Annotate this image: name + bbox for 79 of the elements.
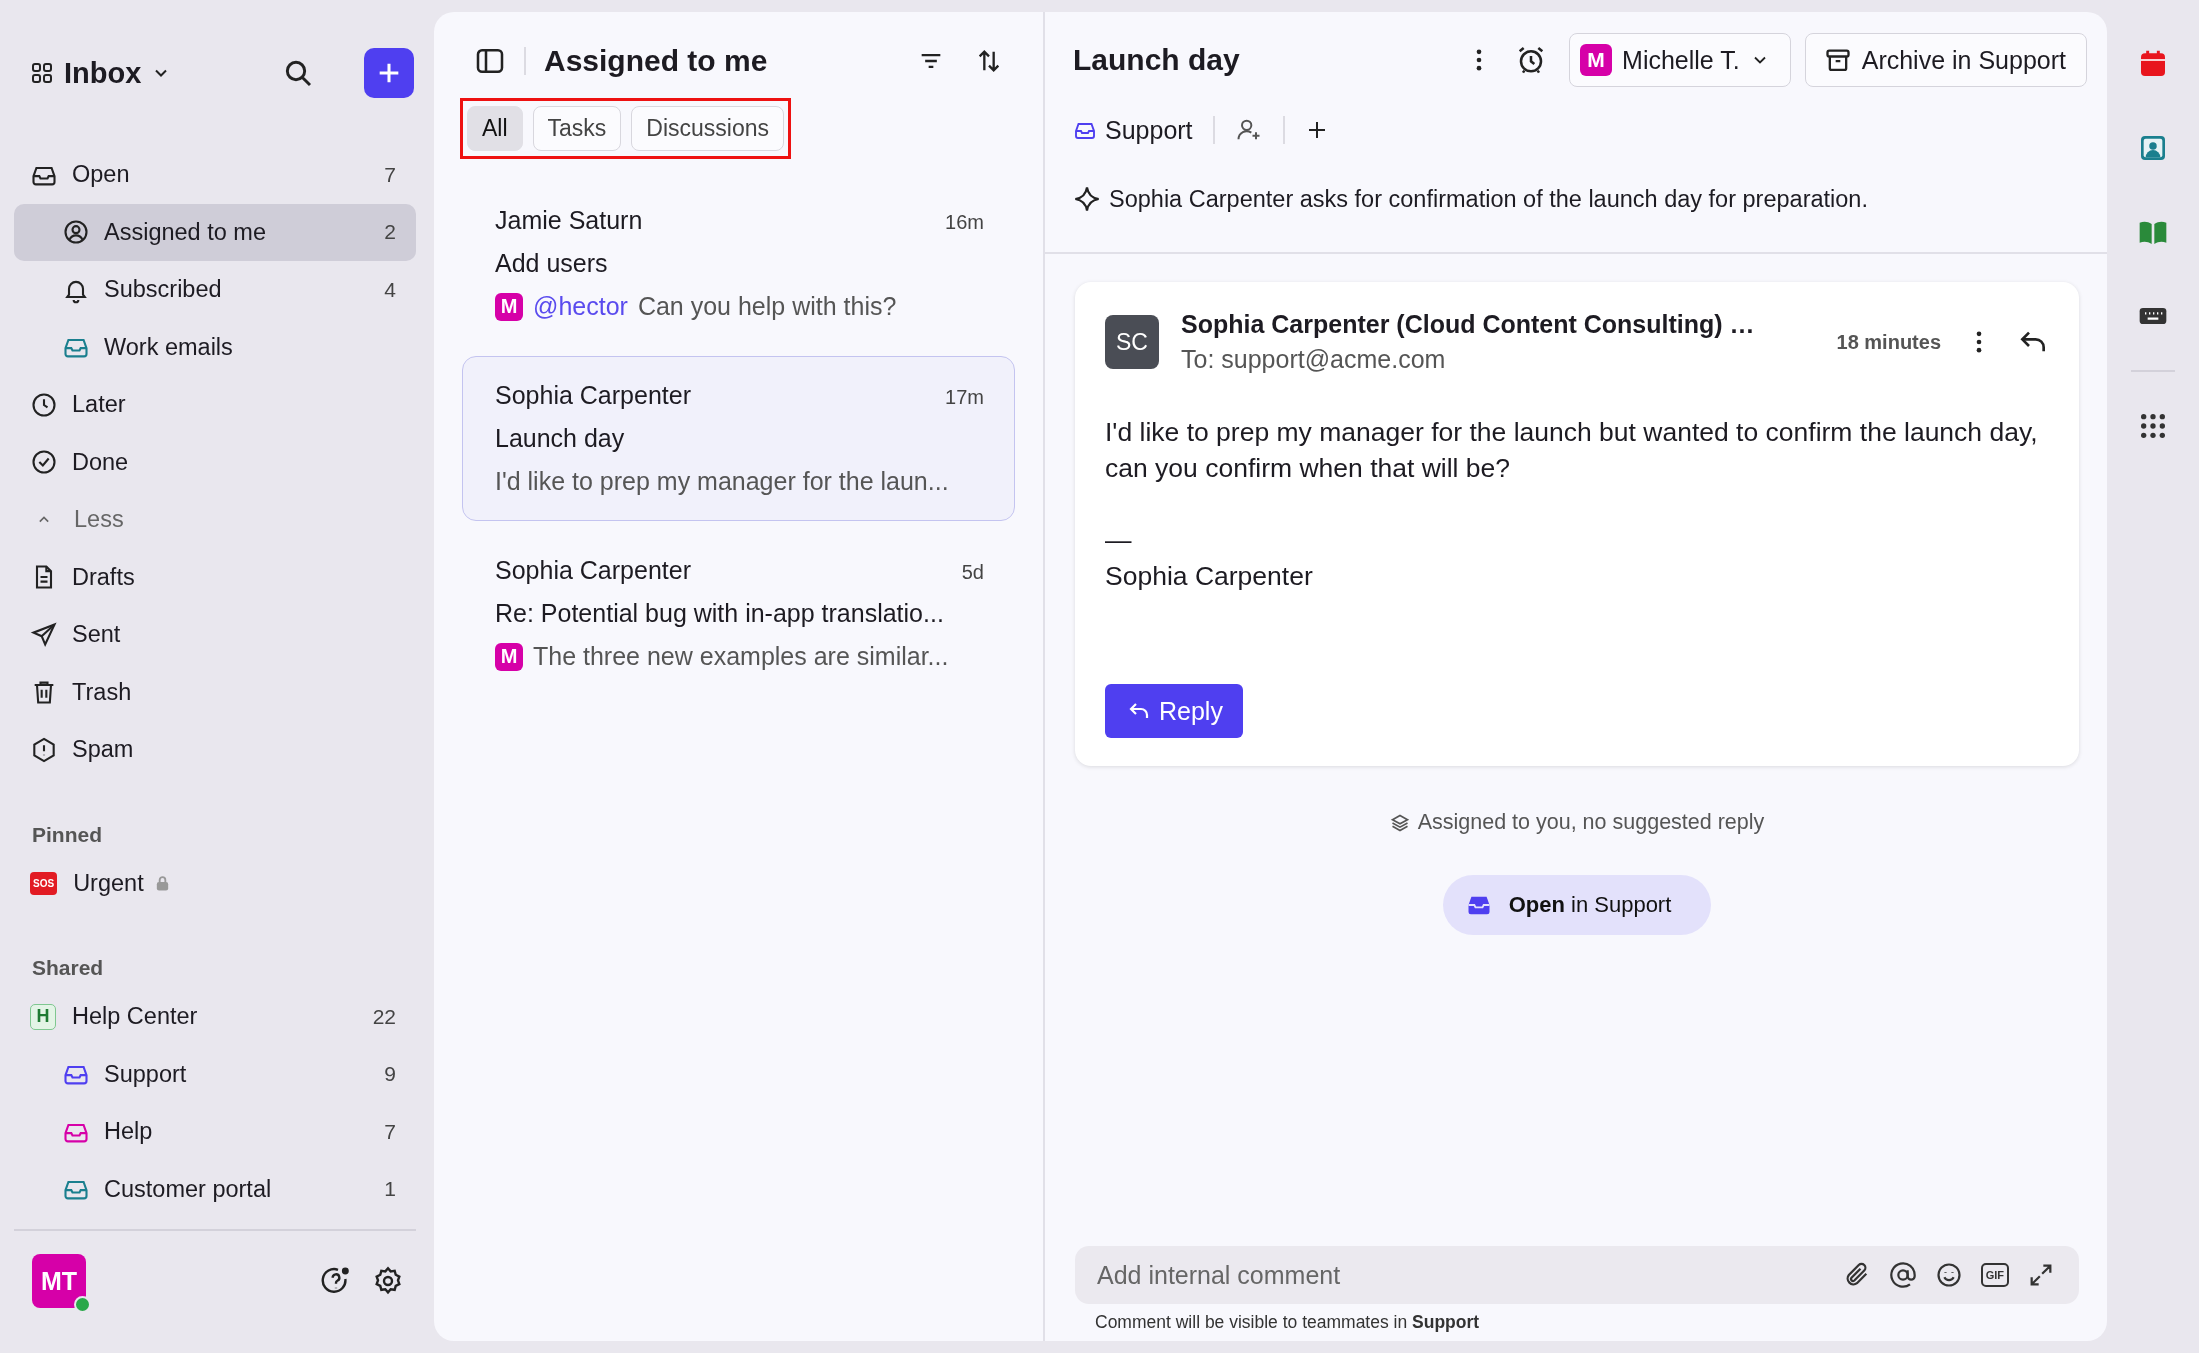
item-count: 7 [384,162,396,187]
sender-name: Sophia Carpenter (Cloud Content Consulting) … [1181,310,1755,339]
sidebar-item[interactable]: Done [14,433,416,491]
sidebar-item[interactable]: Support 9 [14,1045,416,1103]
preview-text: The three new examples are similar... [533,642,949,671]
avatar: M [495,292,523,321]
sos-badge: SOS [30,871,58,895]
sidebar-item[interactable]: Subscribed 4 [14,261,416,319]
message-text: — [1105,524,1133,557]
preview-text: Can you help with this? [637,292,897,321]
item-count: 22 [372,1004,396,1029]
item-count: 1 [384,1177,396,1202]
filter-tab[interactable]: Tasks [532,106,622,151]
item-count: 2 [384,220,396,245]
comment-hint: Comment will be visible to teammates in Support [1095,1312,1480,1333]
preview-text: I'd like to prep my manager for the laun... [495,467,949,496]
timestamp: 18 minutes [1836,330,1941,354]
warning-icon [30,735,58,764]
sidebar-item[interactable]: Assigned to me 2 [14,203,416,261]
item-count: 9 [384,1062,396,1087]
gif-button[interactable]: GIF [1980,1263,2009,1287]
avatar: M [495,642,523,671]
section-heading: Shared [31,955,105,981]
sidebar-item[interactable]: SOS Urgent [14,854,416,912]
sender-name: Sophia Carpenter [495,381,691,410]
mention-link[interactable]: @hector [533,292,628,321]
team-badge: H [30,1003,56,1030]
subject: Launch day [495,424,626,453]
conversation-item[interactable]: Jamie Saturn 16m Add users M @hector Can you help with this? [462,181,1015,346]
grid-icon [30,61,54,85]
layers-icon [1389,812,1410,833]
sidebar-item[interactable]: Open 7 [14,146,416,204]
subject: Add users [495,249,609,278]
sidebar-item[interactable]: Work emails [14,318,416,376]
compose-button[interactable] [364,48,414,98]
section-heading: Pinned [31,821,103,848]
sparkle-icon [1073,185,1101,213]
sidebar-item[interactable]: Spam [14,721,416,779]
item-count: 4 [384,277,396,302]
reply-button[interactable]: Reply [1105,684,1243,738]
sidebar-item[interactable]: Help 7 [14,1103,416,1161]
list-title: Assigned to me [544,44,768,78]
subject: Re: Potential bug with in-app translatio... [495,599,945,628]
ai-summary: Sophia Carpenter asks for confirmation of the launch day for preparation. [1109,185,1868,213]
settings-icon[interactable] [372,1265,404,1297]
thread-title: Launch day [1073,43,1240,77]
message-text: Sophia Carpenter [1105,560,1314,593]
inbox-switcher[interactable]: Inbox [30,56,172,90]
sender-name: Sophia Carpenter [495,556,691,585]
message-text: I'd like to prep my manager for the launch but wanted to confirm the launch day, can you confirm when that will be? [1105,416,2039,485]
sender-name: Jamie Saturn [495,206,643,235]
assignee-dropdown[interactable]: M Michelle T. [1569,33,1791,87]
recipient: To: support@acme.com [1181,345,1447,374]
archive-button[interactable]: Archive in Support [1804,33,2087,87]
sidebar-item[interactable]: H Help Center 22 [14,988,416,1046]
status-text: Assigned to you, no suggested reply [1417,810,1765,835]
avatar: M [1580,44,1613,76]
sidebar-item[interactable]: Customer portal 1 [14,1160,416,1218]
timestamp: 16m [945,211,984,234]
clock-icon [30,390,58,419]
comment-field[interactable]: Add internal comment GIF [1075,1246,2079,1304]
inbox-tag[interactable]: Support [1073,115,1193,145]
filter-tab[interactable]: All [467,106,523,151]
at-sign-icon[interactable] [1888,1261,1917,1289]
conversation-item[interactable]: Sophia Carpenter 5d Re: Potential bug with in-app translatio... M The three new examples are similar... [462,531,1015,696]
sidebar-item[interactable]: Sent [14,606,416,664]
sidebar-item[interactable]: Trash [14,663,416,721]
avatar: SC [1105,315,1159,369]
less-toggle[interactable]: Less [14,491,416,549]
open-in-inbox-button[interactable]: Open in Support [1442,875,1712,935]
smiley-icon[interactable] [1934,1261,1963,1289]
timestamp: 5d [961,561,984,584]
sidebar-item[interactable]: Drafts [14,548,416,606]
timestamp: 17m [945,386,984,409]
item-count: 7 [384,1119,396,1144]
conversation-item[interactable]: Sophia Carpenter 17m Launch day I'd like to prep my manager for the laun... [462,356,1015,521]
paper-plane-icon [30,620,58,649]
filter-tab[interactable]: Discussions [631,106,785,151]
sidebar-item[interactable]: Later [14,376,416,434]
